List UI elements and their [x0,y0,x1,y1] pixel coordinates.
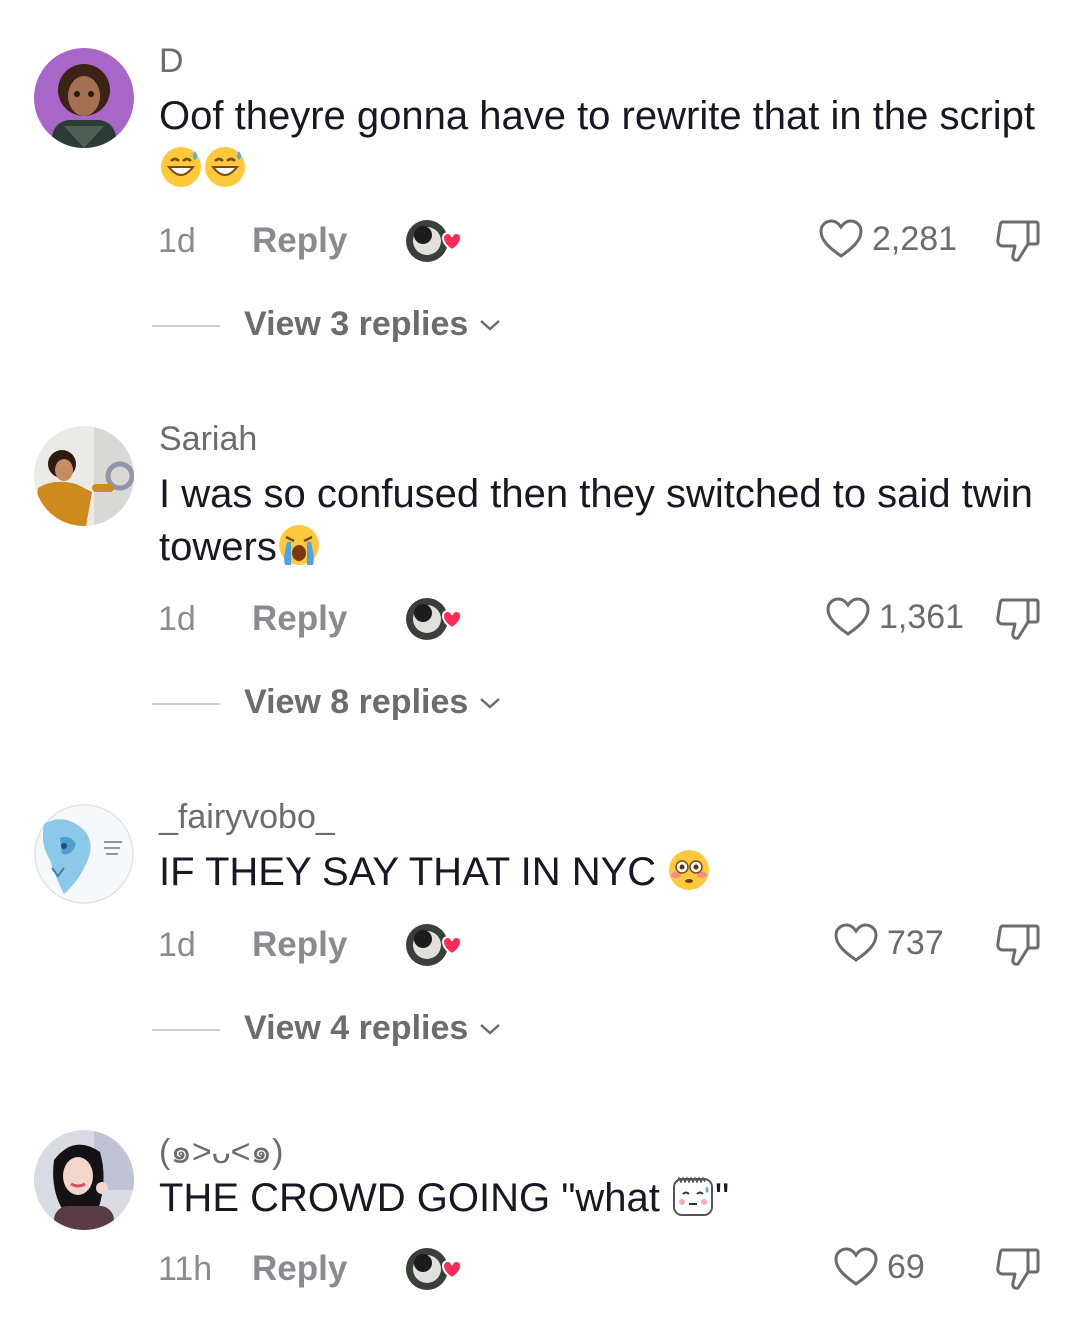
heart-outline-icon [826,597,870,636]
heart-outline-icon [819,219,863,258]
comment-time: 1d [158,222,196,260]
comment-text: IF THEY SAY THAT IN NYC [159,846,1039,899]
like-button[interactable]: 737 [833,922,944,964]
reply-button[interactable]: Reply [252,599,347,639]
divider [152,1029,220,1031]
comment-username[interactable]: D [159,42,184,81]
thumbs-down-icon[interactable] [994,596,1042,642]
like-count: 2,281 [872,219,958,258]
comment-text-body: Oof theyre gonna have to rewrite that in… [159,94,1036,138]
view-replies-button[interactable]: View 8 replies [244,683,502,722]
comment-time: 11h [158,1250,213,1288]
like-count: 737 [887,923,944,962]
avatar[interactable] [34,426,134,526]
like-button[interactable]: 1,361 [825,596,964,638]
chevron-down-icon [480,319,501,331]
creator-heart-badge-icon [406,1248,463,1290]
thumbs-down-icon[interactable] [994,1246,1042,1292]
divider [152,703,220,705]
comment-username[interactable]: (๑>ᴗ<๑) [159,1124,283,1178]
view-replies-button[interactable]: View 3 replies [244,305,502,344]
heart-outline-icon [834,923,878,962]
comment-username[interactable]: _fairyvobo_ [159,798,335,837]
comment-username[interactable]: Sariah [159,420,257,459]
reply-button[interactable]: Reply [252,1249,347,1289]
grinning-sweat-emoji [205,147,245,187]
comment-text: Oof theyre gonna have to rewrite that in… [159,90,1039,196]
creator-heart-badge-icon [406,924,463,966]
chevron-down-icon [480,1023,501,1035]
reply-button[interactable]: Reply [252,221,347,261]
avatar[interactable] [34,1130,134,1230]
comment-time: 1d [158,926,196,964]
grinning-sweat-emoji [161,147,201,187]
heart-outline-icon [834,1247,878,1286]
like-button[interactable]: 69 [833,1246,925,1288]
thumbs-down-icon[interactable] [994,218,1042,264]
avatar[interactable] [34,48,134,148]
creator-heart-badge-icon [406,220,463,262]
comment-text: I was so confused then they switched to … [159,468,1039,574]
shocked-sweat-sticker-emoji [673,1176,714,1216]
like-button[interactable]: 2,281 [818,218,957,260]
reply-button[interactable]: Reply [252,925,347,965]
chevron-down-icon [480,697,501,709]
view-replies-label: View 3 replies [244,305,469,343]
comment-text-closing-quote: " [715,1176,730,1220]
like-count: 1,361 [879,597,965,636]
comment-time: 1d [158,600,196,638]
divider [152,325,220,327]
like-count: 69 [887,1247,925,1286]
view-replies-label: View 8 replies [244,683,469,721]
view-replies-label: View 4 replies [244,1009,469,1047]
loudly-crying-emoji [278,525,319,565]
creator-heart-badge-icon [406,598,463,640]
thumbs-down-icon[interactable] [994,922,1042,968]
flushed-emoji [669,850,710,890]
comment-text-body: THE CROWD GOING "what [159,1176,672,1220]
comment-text: THE CROWD GOING "what " [159,1172,1039,1225]
view-replies-button[interactable]: View 4 replies [244,1009,502,1048]
avatar[interactable] [34,804,134,904]
comment-text-body: IF THEY SAY THAT IN NYC [159,850,668,894]
